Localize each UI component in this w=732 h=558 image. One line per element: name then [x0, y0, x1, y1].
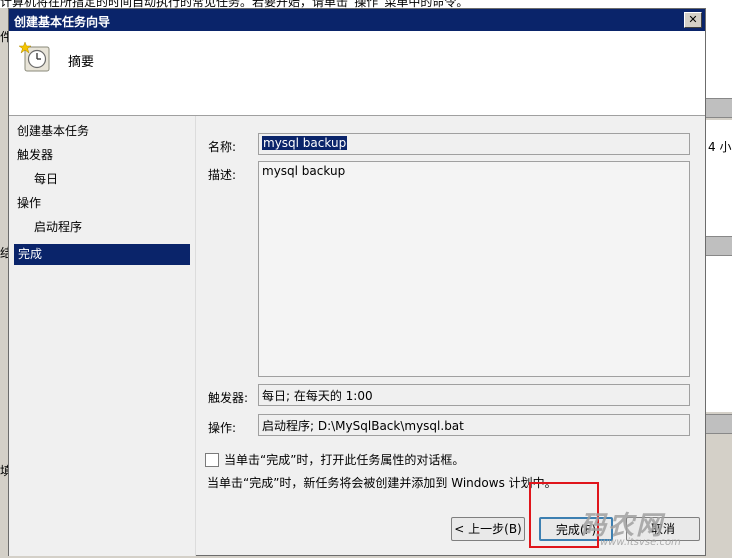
step-start-program: 启动程序	[34, 220, 83, 234]
action-label: 操作:	[208, 421, 237, 435]
trigger-value: 每日; 在每天的 1:00	[262, 389, 373, 403]
trigger-label: 触发器:	[208, 391, 249, 405]
step-create-basic-task: 创建基本任务	[17, 124, 90, 138]
background-panel	[706, 256, 732, 412]
step-trigger: 触发器	[17, 148, 54, 162]
name-value: mysql backup	[262, 136, 348, 150]
background-section-bar	[706, 414, 732, 434]
back-button[interactable]: < 上一步(B)	[451, 517, 525, 541]
open-properties-checkbox-label[interactable]: 当单击“完成”时，打开此任务属性的对话框。	[224, 451, 464, 468]
finish-button[interactable]: 完成(F)	[539, 517, 613, 541]
create-basic-task-wizard-dialog: 创建基本任务向导 ✕ 摘要 创建基本任务 触发器 每日 操作 启动程序 完成 名…	[8, 8, 706, 556]
background-field-text: 4 小	[708, 140, 732, 154]
wizard-step-list: 创建基本任务 触发器 每日 操作 启动程序 完成	[9, 116, 196, 556]
description-value: mysql backup	[262, 164, 346, 178]
trigger-field: 每日; 在每天的 1:00	[258, 384, 690, 406]
step-finish-selected: 完成	[14, 244, 190, 265]
close-button[interactable]: ✕	[684, 12, 702, 28]
background-section-bar	[706, 98, 732, 118]
name-field[interactable]: mysql backup	[258, 133, 690, 155]
cancel-button[interactable]: 取消	[626, 517, 700, 541]
description-label: 描述:	[208, 168, 237, 182]
background-instruction-text: 计算机将在所指定的时间自动执行的常见任务。若要开始，请单击“操作”菜单中的命令。	[0, 0, 469, 8]
finish-info-text: 当单击“完成”时，新任务将会被创建并添加到 Windows 计划中。	[207, 476, 557, 490]
wizard-header: 摘要	[9, 31, 705, 116]
step-daily: 每日	[34, 172, 59, 186]
step-action: 操作	[17, 196, 42, 210]
step-title: 摘要	[68, 55, 95, 70]
task-clock-icon	[19, 41, 50, 72]
background-panel: 4 小	[706, 120, 732, 236]
background-window-top: 计算机将在所指定的时间自动执行的常见任务。若要开始，请单击“操作”菜单中的命令。	[0, 0, 732, 8]
background-section-bar	[706, 236, 732, 256]
background-panel	[706, 8, 732, 98]
description-field[interactable]: mysql backup	[258, 161, 690, 377]
action-value: 启动程序; D:\MySqlBack\mysql.bat	[262, 419, 464, 433]
action-field: 启动程序; D:\MySqlBack\mysql.bat	[258, 414, 690, 436]
dialog-titlebar[interactable]: 创建基本任务向导 ✕	[9, 9, 705, 31]
dialog-title: 创建基本任务向导	[14, 15, 111, 29]
name-label: 名称:	[208, 140, 237, 154]
open-properties-checkbox[interactable]	[205, 453, 219, 467]
